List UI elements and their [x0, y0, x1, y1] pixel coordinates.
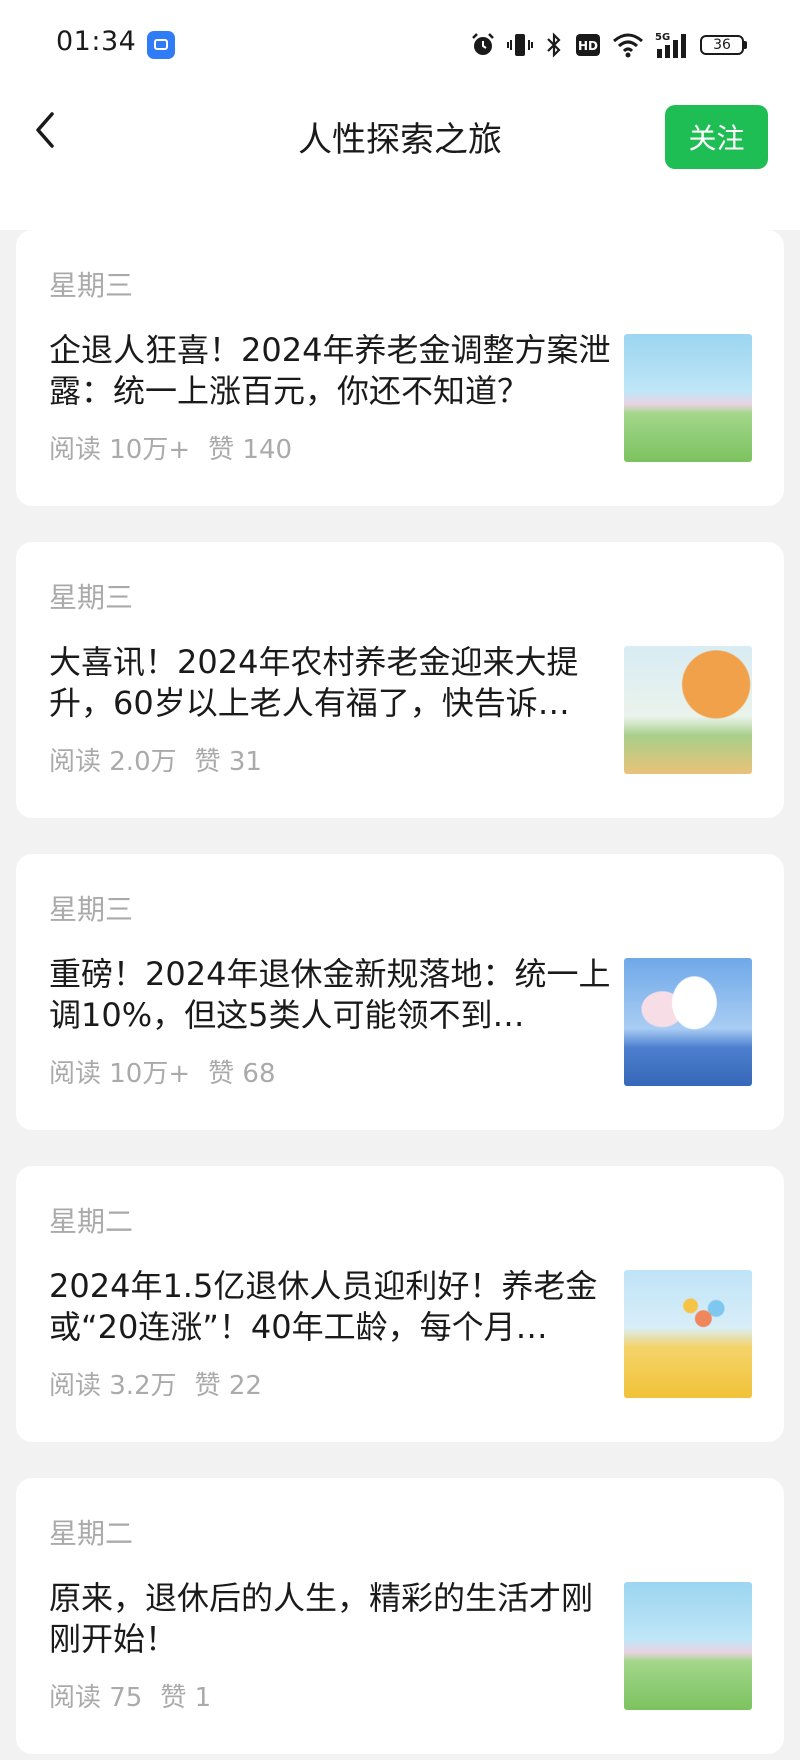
- article-card[interactable]: 星期二 原来，退休后的人生，精彩的生活才刚刚开始！ 阅读 75 赞 1: [16, 1478, 784, 1754]
- read-count: 阅读 10万+: [49, 435, 191, 465]
- read-count: 阅读 2.0万: [49, 747, 177, 777]
- chevron-left-icon: [36, 112, 54, 148]
- battery-icon: 36: [700, 35, 747, 55]
- article-date: 星期三: [49, 581, 134, 614]
- article-meta: 阅读 2.0万赞 31: [49, 741, 262, 778]
- article-title[interactable]: 原来，退休后的人生，精彩的生活才刚刚开始！: [49, 1578, 614, 1660]
- read-count: 阅读 10万+: [49, 1059, 191, 1089]
- status-bar: 01:34 HD 5G 36: [0, 0, 800, 90]
- header: 人性探索之旅 关注: [0, 90, 800, 230]
- article-thumbnail[interactable]: [624, 646, 752, 774]
- alarm-icon: [472, 33, 494, 55]
- article-thumbnail[interactable]: [624, 1270, 752, 1398]
- article-date: 星期二: [49, 1517, 134, 1550]
- like-count: 赞 1: [160, 1683, 212, 1713]
- article-title[interactable]: 重磅！2024年退休金新规落地：统一上调10%，但这5类人可能领不到…: [49, 954, 614, 1036]
- like-count: 赞 31: [194, 747, 262, 777]
- like-count: 赞 68: [208, 1059, 276, 1089]
- article-meta: 阅读 10万+ 赞 140: [49, 429, 292, 466]
- svg-text:HD: HD: [578, 39, 598, 53]
- article-card[interactable]: 星期三 重磅！2024年退休金新规落地：统一上调10%，但这5类人可能领不到… …: [16, 854, 784, 1130]
- article-date: 星期二: [49, 1205, 134, 1238]
- article-card[interactable]: 星期三 企退人狂喜！2024年养老金调整方案泄露：统一上涨百元，你还不知道？ 阅…: [16, 230, 784, 506]
- read-count: 阅读 75: [49, 1683, 143, 1713]
- hd-icon: HD: [576, 34, 600, 56]
- bluetooth-icon: [547, 32, 561, 58]
- like-count: 赞 22: [194, 1371, 262, 1401]
- article-meta: 阅读 75 赞 1: [49, 1677, 211, 1714]
- article-title[interactable]: 企退人狂喜！2024年养老金调整方案泄露：统一上涨百元，你还不知道？: [49, 330, 614, 412]
- article-date: 星期三: [49, 893, 134, 926]
- vibrate-icon: [507, 34, 533, 56]
- article-title[interactable]: 大喜讯！2024年农村养老金迎来大提升，60岁以上老人有福了，快告诉…: [49, 642, 614, 724]
- article-card[interactable]: 星期三 大喜讯！2024年农村养老金迎来大提升，60岁以上老人有福了，快告诉… …: [16, 542, 784, 818]
- app-notification-icon: [147, 31, 175, 59]
- status-icons: HD 5G 36: [470, 28, 747, 62]
- article-meta: 阅读 10万+ 赞 68: [49, 1053, 276, 1090]
- article-thumbnail[interactable]: [624, 958, 752, 1086]
- article-thumbnail[interactable]: [624, 334, 752, 462]
- follow-button[interactable]: 关注: [665, 105, 768, 169]
- page-title: 人性探索之旅: [298, 120, 502, 160]
- article-title[interactable]: 2024年1.5亿退休人员迎利好！养老金或“20连涨”！40年工龄，每个月…: [49, 1266, 614, 1348]
- article-date: 星期三: [49, 269, 134, 302]
- article-card[interactable]: 星期二 2024年1.5亿退休人员迎利好！养老金或“20连涨”！40年工龄，每个…: [16, 1166, 784, 1442]
- wifi-icon: [613, 33, 643, 58]
- status-time: 01:34: [56, 26, 137, 57]
- signal-5g-icon: 5G: [655, 32, 686, 58]
- like-count: 赞 140: [208, 435, 293, 465]
- svg-text:5G: 5G: [655, 32, 670, 43]
- article-thumbnail[interactable]: [624, 1582, 752, 1710]
- read-count: 阅读 3.2万: [49, 1371, 177, 1401]
- back-button[interactable]: [20, 105, 70, 155]
- article-meta: 阅读 3.2万赞 22: [49, 1365, 262, 1402]
